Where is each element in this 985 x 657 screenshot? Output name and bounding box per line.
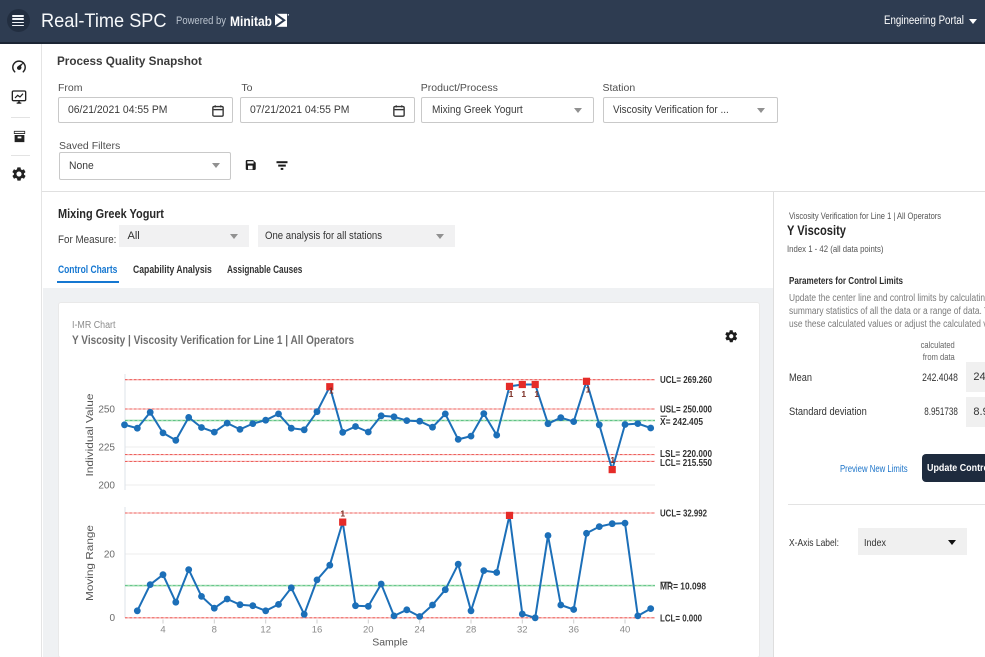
svg-text:12: 12 bbox=[260, 625, 271, 636]
svg-text:40: 40 bbox=[620, 625, 631, 636]
svg-text:USL= 250.000: USL= 250.000 bbox=[660, 405, 712, 416]
svg-text:225: 225 bbox=[98, 443, 115, 454]
svg-text:28: 28 bbox=[466, 625, 477, 636]
svg-text:250: 250 bbox=[98, 405, 115, 416]
svg-text:1: 1 bbox=[329, 386, 334, 396]
svg-text:1: 1 bbox=[509, 389, 514, 399]
svg-text:16: 16 bbox=[312, 625, 323, 636]
svg-text:1: 1 bbox=[610, 455, 615, 465]
svg-text:X= 242.405: X= 242.405 bbox=[660, 417, 703, 428]
svg-text:32: 32 bbox=[517, 625, 528, 636]
svg-text:36: 36 bbox=[568, 625, 579, 636]
svg-text:Individual Value: Individual Value bbox=[84, 393, 96, 476]
svg-text:UCL= 32.992: UCL= 32.992 bbox=[660, 509, 707, 520]
svg-text:Moving Range: Moving Range bbox=[84, 525, 96, 601]
svg-text:0: 0 bbox=[109, 613, 115, 624]
svg-text:1: 1 bbox=[534, 389, 539, 399]
svg-text:Sample: Sample bbox=[372, 637, 408, 649]
svg-text:UCL= 269.260: UCL= 269.260 bbox=[660, 375, 712, 386]
svg-text:1: 1 bbox=[521, 389, 526, 399]
svg-text:8: 8 bbox=[212, 625, 217, 636]
svg-text:20: 20 bbox=[363, 625, 374, 636]
svg-text:24: 24 bbox=[414, 625, 425, 636]
svg-text:200: 200 bbox=[98, 481, 115, 492]
svg-text:LCL= 215.550: LCL= 215.550 bbox=[660, 458, 712, 469]
svg-text:20: 20 bbox=[104, 550, 116, 561]
svg-text:LCL= 0.000: LCL= 0.000 bbox=[660, 613, 702, 624]
svg-text:1: 1 bbox=[340, 509, 345, 519]
svg-text:4: 4 bbox=[160, 625, 165, 636]
svg-text:MR= 10.098: MR= 10.098 bbox=[660, 582, 706, 593]
svg-text:1: 1 bbox=[586, 385, 591, 395]
